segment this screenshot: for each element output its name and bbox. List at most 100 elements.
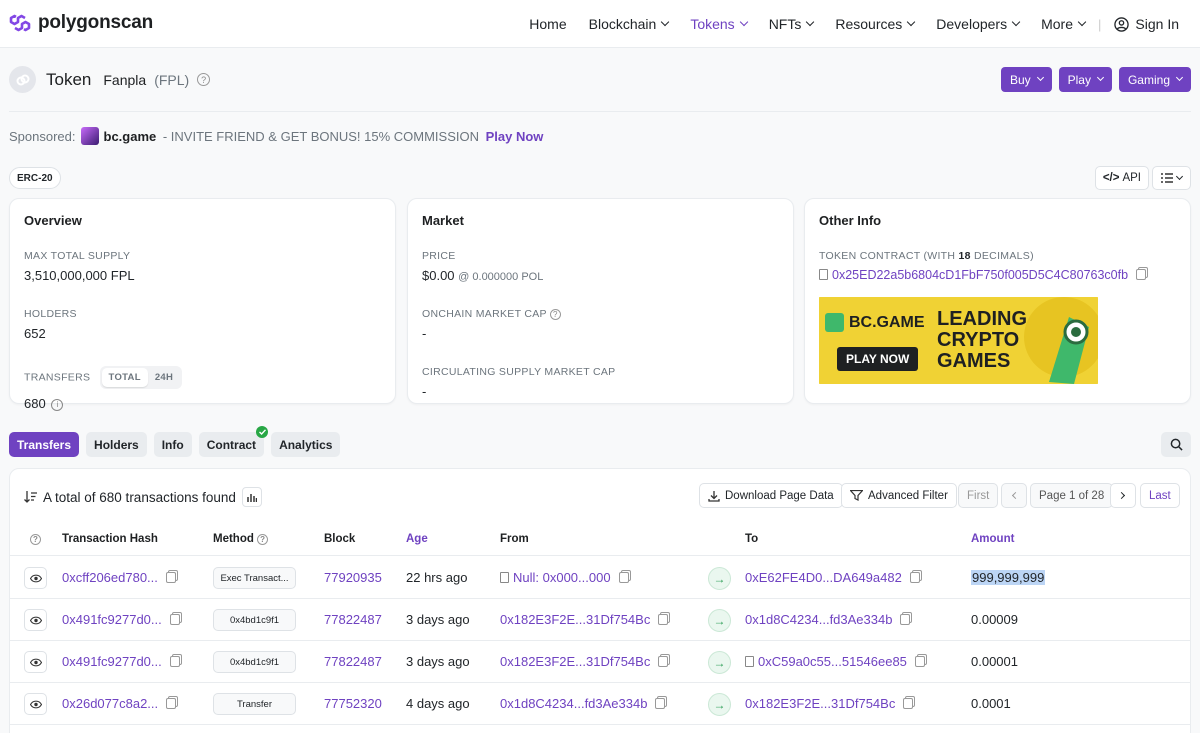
ad-line: GAMES [937,350,1011,372]
chevron-down-icon [806,17,815,27]
block-link[interactable]: 77920935 [324,570,382,585]
col-age[interactable]: Age [406,533,428,545]
copy-icon[interactable] [655,698,666,709]
user-icon [1114,16,1130,32]
nav-blockchain[interactable]: Blockchain [578,16,680,32]
method-badge: 0x4bd1c9f1 [213,651,296,673]
buy-button[interactable]: Buy [1000,67,1052,92]
from-address-link[interactable]: 0x182E3F2E...31Df754Bc [500,612,650,627]
options-menu-button[interactable] [1152,166,1191,190]
copy-icon[interactable] [658,614,669,625]
chevron-down-icon [1036,73,1044,82]
tab-holders[interactable]: Holders [86,432,147,457]
site-logo[interactable]: polygonscan [8,12,153,34]
tab-info[interactable]: Info [153,432,192,457]
copy-icon[interactable] [165,572,176,583]
to-address-link[interactable]: 0x1d8C4234...fd3Ae334b [745,612,892,627]
help-icon[interactable]: ? [257,534,269,545]
to-address-link[interactable]: 0x182E3F2E...31Df754Bc [745,696,895,711]
search-button[interactable] [1161,432,1191,457]
ad-headline: LEADING CRYPTO GAMES [937,309,1027,372]
tx-hash-link[interactable]: 0xcff206ed780... [62,570,158,585]
play-label: Play [1067,72,1091,87]
copy-icon[interactable] [909,572,920,583]
sponsor-brand[interactable]: bc.game [104,129,157,144]
view-details-button[interactable] [24,609,47,631]
help-icon[interactable]: ? [549,309,561,320]
nav-home[interactable]: Home [518,16,577,32]
copy-icon[interactable] [900,614,911,625]
from-address-link[interactable]: 0x182E3F2E...31Df754Bc [500,654,650,669]
toggle-24h[interactable]: 24H [148,368,180,387]
transfers-value: 680 [24,396,46,411]
copy-icon[interactable] [169,656,180,667]
sign-in-link[interactable]: Sign In [1103,16,1190,32]
copy-icon[interactable] [903,698,914,709]
tab-transfers[interactable]: Transfers [9,432,80,457]
to-address-link[interactable]: 0xE62FE4D0...DA649a482 [745,570,902,585]
arrow-right-icon: → [708,609,731,632]
prev-page-button[interactable] [1001,483,1027,508]
block-link[interactable]: 77822487 [324,654,382,669]
tx-hash-link[interactable]: 0x491fc9277d0... [62,654,162,669]
copy-icon[interactable] [1136,269,1147,280]
onchain-label: ONCHAIN MARKET CAP [422,308,547,320]
view-details-button[interactable] [24,651,47,673]
copy-icon[interactable] [658,656,669,667]
col-from: From [500,533,529,545]
view-details-button[interactable] [24,693,47,715]
from-address-link[interactable]: 0x1d8C4234...fd3Ae334b [500,696,647,711]
copy-icon[interactable] [169,614,180,625]
tx-hash-link[interactable]: 0x26d077c8a2... [62,696,158,711]
last-page-button[interactable]: Last [1140,483,1180,508]
help-icon[interactable]: ? [197,73,211,86]
copy-icon[interactable] [166,698,177,709]
info-icon[interactable]: i [51,398,64,411]
gaming-button[interactable]: Gaming [1118,67,1191,92]
nav-resources[interactable]: Resources [824,16,925,32]
download-page-data-button[interactable]: Download Page Data [699,483,843,508]
play-button[interactable]: Play [1058,67,1112,92]
chart-button[interactable] [241,487,262,507]
first-page-button[interactable]: First [958,483,999,508]
holders-value: 652 [24,326,46,341]
summary-text: A total of 680 transactions found [43,489,236,505]
nav-label: Resources [835,16,903,32]
nav-developers[interactable]: Developers [925,16,1030,32]
circ-value: - [422,384,427,399]
from-address-link[interactable]: Null: 0x000...000 [513,570,611,585]
col-amount[interactable]: Amount [971,533,1014,545]
verified-check-icon [256,426,269,438]
chevron-down-icon [1175,73,1184,82]
holders-label: HOLDERS [24,308,77,320]
sponsor-cta-link[interactable]: Play Now [486,129,544,144]
tab-contract[interactable]: Contract [198,426,269,457]
eye-icon [29,658,42,666]
token-action-buttons: Buy Play Gaming [1000,67,1191,92]
next-page-button[interactable] [1110,483,1136,508]
chevron-right-icon [1117,491,1126,500]
block-link[interactable]: 77822487 [324,612,382,627]
contract-address-link[interactable]: 0x25ED22a5b6804cD1FbF750f005D5C4C80763c0… [832,268,1128,282]
decimals-value: 18 [958,250,971,262]
api-button[interactable]: </> API [1094,166,1149,190]
contract-label-post: DECIMALS) [970,250,1034,262]
help-icon[interactable]: ? [30,533,41,545]
advanced-filter-button[interactable]: Advanced Filter [841,483,957,508]
arrow-right-icon: → [708,693,731,716]
nav-tokens[interactable]: Tokens [679,16,757,32]
copy-icon[interactable] [618,572,629,583]
nav-more[interactable]: More [1030,16,1096,32]
to-address-link[interactable]: 0xC59a0c55...51546ee85 [758,654,907,669]
nav-nfts[interactable]: NFTs [758,16,825,32]
block-link[interactable]: 77752320 [324,696,382,711]
copy-icon[interactable] [914,656,925,667]
tx-hash-link[interactable]: 0x491fc9277d0... [62,612,162,627]
toggle-total[interactable]: TOTAL [101,368,148,387]
sponsor-text: - INVITE FRIEND & GET BONUS! 15% COMMISS… [159,128,483,144]
col-method-label: Method [213,533,254,545]
bcgame-ad-banner[interactable]: BC.GAME PLAY NOW LEADING CRYPTO GAMES [819,297,1098,384]
view-details-button[interactable] [24,567,47,589]
token-name: Fanpla [103,71,147,88]
tab-analytics[interactable]: Analytics [271,432,341,457]
